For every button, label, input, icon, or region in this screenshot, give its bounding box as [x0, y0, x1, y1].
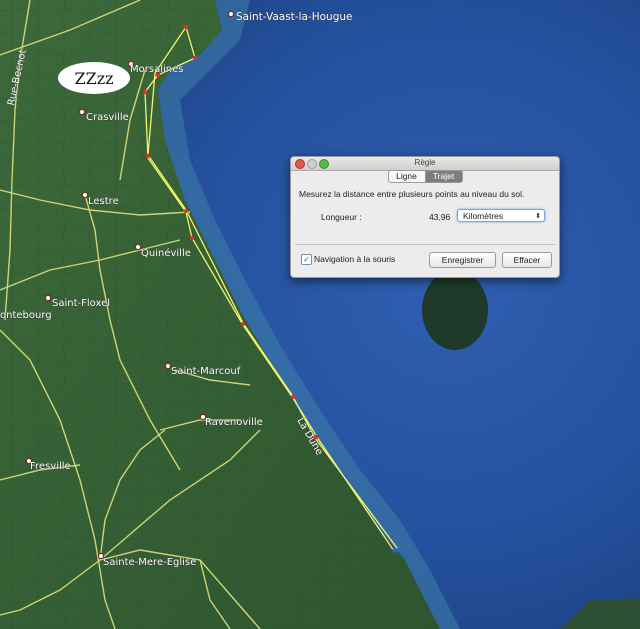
unit-selected-value: Kilomètres	[463, 211, 504, 221]
sleep-bubble: ZZzz	[58, 62, 130, 94]
dialog-description: Mesurez la distance entre plusieurs poin…	[299, 189, 525, 199]
island	[422, 270, 488, 350]
path-vertex[interactable]	[290, 394, 296, 400]
unit-select[interactable]: Kilomètres ⬍	[457, 209, 545, 222]
place-morsalines[interactable]: Morsalines	[127, 60, 184, 75]
path-vertex[interactable]	[189, 235, 195, 241]
mouse-navigation-label[interactable]: Navigation à la souris	[314, 254, 395, 264]
dialog-title: Règle	[414, 158, 436, 167]
path-vertex[interactable]	[145, 153, 151, 159]
mouse-navigation-checkbox[interactable]: ✓	[301, 254, 312, 265]
satellite-map[interactable]: Saint-Vaast-la-Hougue Morsalines Crasvil…	[0, 0, 640, 629]
place-saint-floxel[interactable]: Saint-Floxel	[44, 294, 110, 309]
select-arrows-icon: ⬍	[535, 213, 541, 220]
place-label: Ravenoville	[205, 417, 263, 428]
length-label: Longueur :	[321, 212, 362, 222]
place-montebourg[interactable]: ontebourg	[0, 310, 52, 322]
path-vertex[interactable]	[183, 24, 189, 30]
tab-trajet[interactable]: Trajet	[425, 170, 463, 183]
path-vertex[interactable]	[240, 321, 246, 327]
place-saint-vaast[interactable]: Saint-Vaast-la-Hougue	[227, 11, 353, 23]
place-label: Lestre	[88, 196, 119, 207]
ruler-dialog: Règle Ligne Trajet Mesurez la distance e…	[290, 156, 560, 278]
place-label: Saint-Floxel	[52, 298, 110, 309]
place-label: Saint-Vaast-la-Hougue	[236, 11, 352, 23]
path-vertex[interactable]	[183, 208, 189, 214]
place-label: Quinéville	[141, 247, 191, 259]
place-label: Morsalines	[130, 64, 183, 75]
place-saint-marcouf[interactable]: Saint-Marcouf	[164, 362, 241, 377]
place-ravenoville[interactable]: Ravenoville	[199, 413, 263, 428]
save-button[interactable]: Enregistrer	[429, 252, 496, 268]
sleep-bubble-text: ZZzz	[74, 68, 114, 88]
place-label: ontebourg	[0, 310, 52, 321]
path-vertex[interactable]	[142, 89, 148, 95]
dialog-titlebar[interactable]: Règle	[291, 157, 559, 171]
place-fresville[interactable]: Fresville	[25, 457, 71, 472]
mode-tabs: Ligne Trajet	[291, 170, 559, 183]
divider	[295, 244, 555, 245]
length-value: 43,96	[429, 212, 451, 222]
place-label: Fresville	[30, 461, 71, 472]
path-vertex[interactable]	[192, 55, 198, 61]
place-label: Sainte-Mere-Eglise	[103, 557, 196, 568]
place-label: Saint-Marcouf	[171, 366, 241, 377]
path-vertex-end[interactable]	[392, 547, 398, 553]
clear-button[interactable]: Effacer	[502, 252, 552, 268]
tab-ligne[interactable]: Ligne	[387, 170, 426, 183]
place-label: Crasville	[86, 112, 129, 123]
place-crasville[interactable]: Crasville	[78, 108, 129, 123]
